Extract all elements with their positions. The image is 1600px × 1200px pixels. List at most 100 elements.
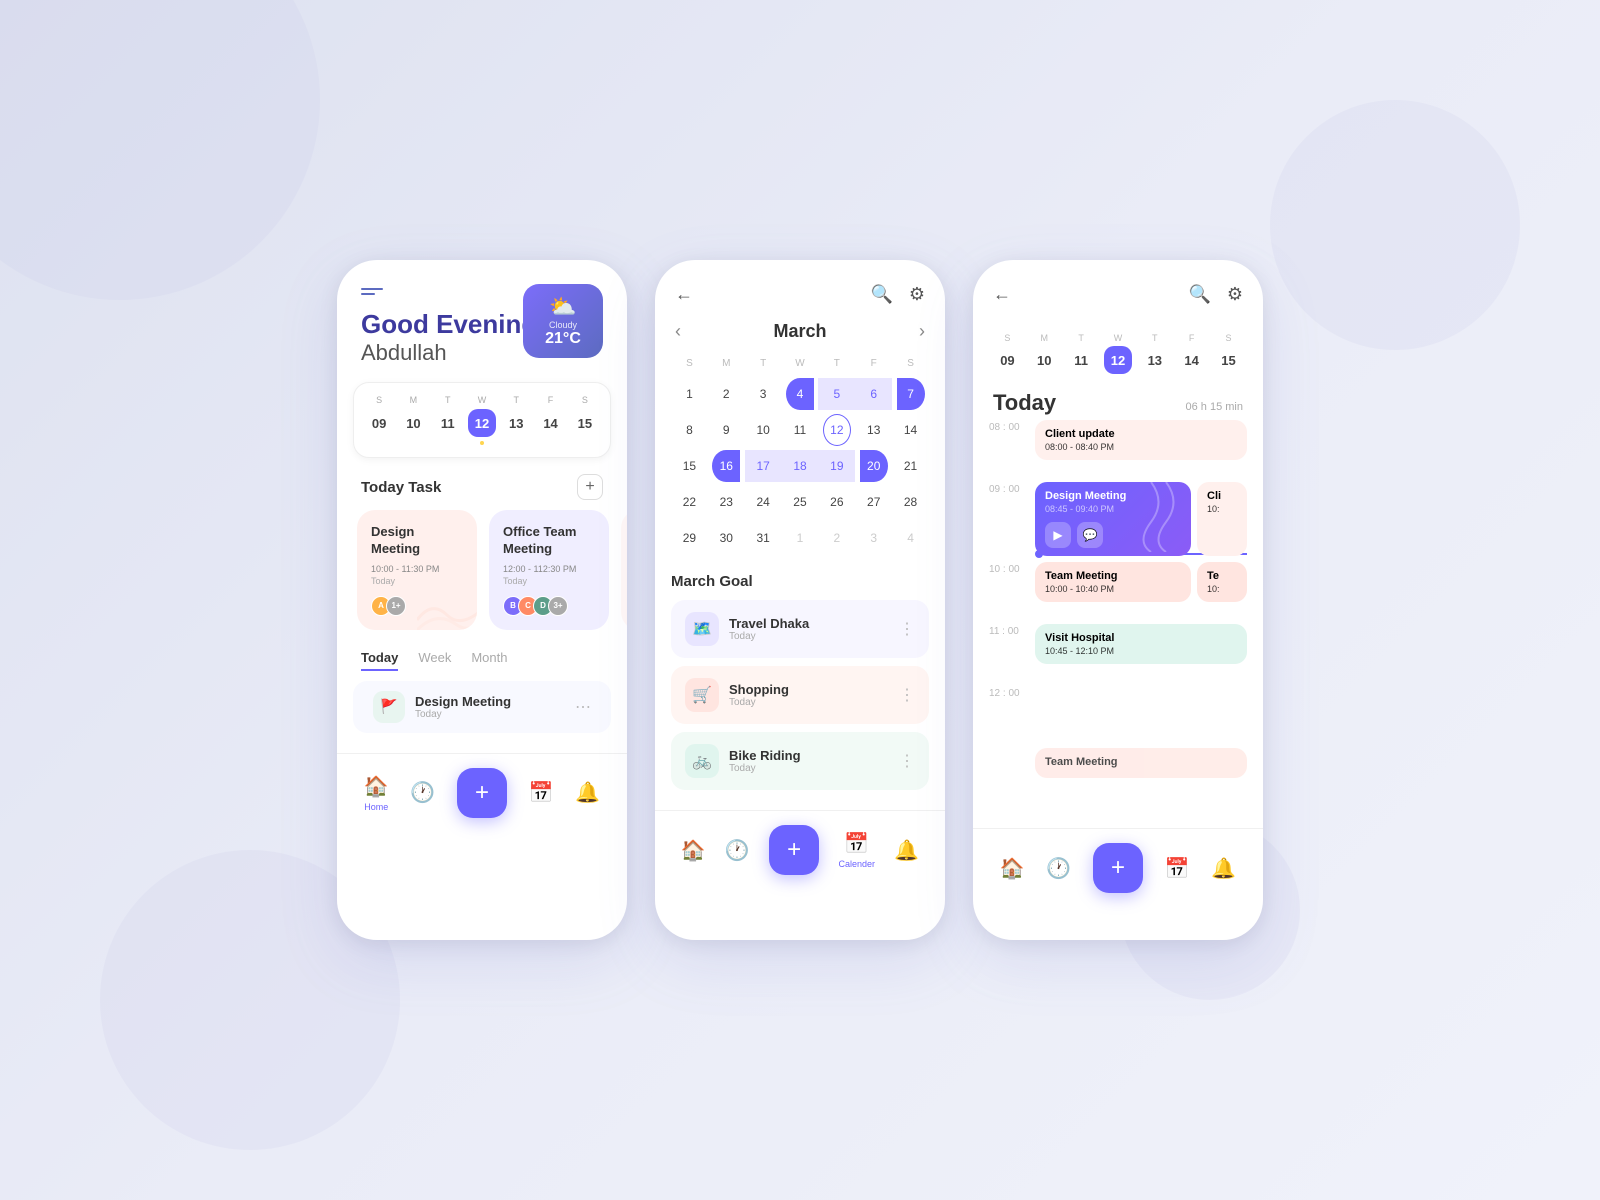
goal-more-biking[interactable]: ⋮ (899, 751, 915, 771)
task-card-extra[interactable]: DeMe... 10:... Today (621, 510, 627, 630)
nav-home[interactable]: 🏠 Home (364, 774, 389, 812)
p3-day-14[interactable]: F 14 (1178, 333, 1206, 374)
nav-calendar-3[interactable]: 📅 (1165, 856, 1190, 881)
event-design-meeting[interactable]: Design Meeting 08:45 - 09:40 PM ▶ 💬 (1035, 482, 1191, 556)
event-team-meeting-2[interactable]: Team Meeting (1035, 748, 1247, 778)
cal-day-apr1[interactable]: 1 (786, 522, 814, 554)
cal-day-25[interactable]: 25 (786, 486, 814, 518)
event-action-chat[interactable]: 💬 (1077, 522, 1103, 548)
nav-home-3[interactable]: 🏠 (1000, 856, 1025, 881)
cal-day-apr2[interactable]: 2 (823, 522, 851, 554)
search-icon-3[interactable]: 🔍 (1188, 284, 1210, 305)
nav-clock-2[interactable]: 🕐 (725, 838, 750, 863)
day-item-11[interactable]: T 11 (431, 395, 465, 445)
tab-week[interactable]: Week (418, 650, 451, 671)
back-icon-3[interactable]: ← (993, 284, 1011, 305)
p3-day-12[interactable]: W 12 (1104, 333, 1132, 374)
cal-day-30[interactable]: 30 (712, 522, 740, 554)
event-client-update[interactable]: Client update 08:00 - 08:40 PM (1035, 420, 1247, 460)
cal-day-26[interactable]: 26 (823, 486, 851, 518)
day-item-10[interactable]: M 10 (396, 395, 430, 445)
p3-day-13[interactable]: T 13 (1141, 333, 1169, 374)
cal-day-apr4[interactable]: 4 (897, 522, 925, 554)
cal-day-19[interactable]: 19 (818, 450, 855, 482)
nav-add-button-3[interactable]: + (1093, 843, 1143, 893)
p3-day-10[interactable]: M 10 (1030, 333, 1058, 374)
nav-calendar[interactable]: 📅 (529, 780, 554, 805)
list-item-design[interactable]: 🚩 Design Meeting Today ⋯ (353, 681, 611, 733)
tab-today[interactable]: Today (361, 650, 398, 671)
cal-day-17[interactable]: 17 (745, 450, 782, 482)
nav-cal-active[interactable]: 📅 Calender (839, 831, 876, 869)
event-team-meeting[interactable]: Team Meeting 10:00 - 10:40 PM (1035, 562, 1191, 602)
cal-day-16[interactable]: 16 (712, 450, 740, 482)
cal-day-4[interactable]: 4 (786, 378, 814, 410)
day-item-14[interactable]: F 14 (534, 395, 568, 445)
task-card-office[interactable]: Office TeamMeeting 12:00 - 112:30 PM Tod… (489, 510, 609, 630)
cal-day-12[interactable]: 12 (823, 414, 851, 446)
prev-month-button[interactable]: ‹ (675, 321, 681, 342)
cal-day-10[interactable]: 10 (749, 414, 777, 446)
cal-day-29[interactable]: 29 (675, 522, 703, 554)
nav-bell-2[interactable]: 🔔 (894, 838, 919, 863)
filter-icon-3[interactable]: ⚙ (1227, 284, 1243, 305)
goal-item-shopping[interactable]: 🛒 Shopping Today ⋮ (671, 666, 929, 724)
search-icon[interactable]: 🔍 (870, 284, 892, 305)
cal-day-31[interactable]: 31 (749, 522, 777, 554)
p3-day-15[interactable]: S 15 (1214, 333, 1242, 374)
event-cli-partial[interactable]: Cli 10: (1197, 482, 1247, 556)
goal-more-travel[interactable]: ⋮ (899, 619, 915, 639)
cal-day-22[interactable]: 22 (675, 486, 703, 518)
cal-day-2[interactable]: 2 (712, 378, 740, 410)
cal-day-8[interactable]: 8 (675, 414, 703, 446)
event-action-play[interactable]: ▶ (1045, 522, 1071, 548)
goal-more-shopping[interactable]: ⋮ (899, 685, 915, 705)
cal-day-23[interactable]: 23 (712, 486, 740, 518)
time-label-10: 10 : 00 (989, 562, 1025, 575)
nav-add-button-2[interactable]: + (769, 825, 819, 875)
event-visit-hospital[interactable]: Visit Hospital 10:45 - 12:10 PM (1035, 624, 1247, 664)
p3-day-09[interactable]: S 09 (993, 333, 1021, 374)
cal-day-18[interactable]: 18 (782, 450, 819, 482)
cal-row-2: 8 9 10 11 12 13 14 (671, 413, 929, 447)
day-item-12[interactable]: W 12 (465, 395, 499, 445)
cal-day-21[interactable]: 21 (897, 450, 925, 482)
day-item-09[interactable]: S 09 (362, 395, 396, 445)
day-item-13[interactable]: T 13 (499, 395, 533, 445)
nav-home-2[interactable]: 🏠 (681, 838, 706, 863)
cal-day-24[interactable]: 24 (749, 486, 777, 518)
task-card-design[interactable]: DesignMeeting 10:00 - 11:30 PM Today A 1… (357, 510, 477, 630)
filter-icon[interactable]: ⚙ (909, 284, 925, 305)
cal-day-apr3[interactable]: 3 (860, 522, 888, 554)
cal-day-27[interactable]: 27 (860, 486, 888, 518)
goal-item-biking[interactable]: 🚲 Bike Riding Today ⋮ (671, 732, 929, 790)
add-task-button[interactable]: + (577, 474, 603, 500)
p3-day-11[interactable]: T 11 (1067, 333, 1095, 374)
cal-day-14[interactable]: 14 (897, 414, 925, 446)
cal-day-15[interactable]: 15 (675, 450, 703, 482)
menu-icon[interactable] (361, 288, 383, 295)
cal-day-20[interactable]: 20 (860, 450, 888, 482)
cal-day-9[interactable]: 9 (712, 414, 740, 446)
next-month-button[interactable]: › (919, 321, 925, 342)
nav-clock-3[interactable]: 🕐 (1046, 856, 1071, 881)
tab-month[interactable]: Month (471, 650, 507, 671)
cal-day-7[interactable]: 7 (897, 378, 925, 410)
cal-day-3[interactable]: 3 (749, 378, 777, 410)
goal-item-travel[interactable]: 🗺️ Travel Dhaka Today ⋮ (671, 600, 929, 658)
cal-day-28[interactable]: 28 (897, 486, 925, 518)
nav-bell-3[interactable]: 🔔 (1211, 856, 1236, 881)
nav-add-button[interactable]: + (457, 768, 507, 818)
cal-day-5[interactable]: 5 (818, 378, 855, 410)
cal-day-1[interactable]: 1 (675, 378, 703, 410)
nav-clock[interactable]: 🕐 (410, 780, 435, 805)
nav-bell[interactable]: 🔔 (575, 780, 600, 805)
day-item-15[interactable]: S 15 (568, 395, 602, 445)
back-icon[interactable]: ← (675, 284, 693, 305)
cal-day-6[interactable]: 6 (855, 378, 892, 410)
event-te-partial[interactable]: Te 10: (1197, 562, 1247, 602)
list-more-icon[interactable]: ⋯ (575, 697, 591, 717)
cal-day-13[interactable]: 13 (860, 414, 888, 446)
cal-day-11[interactable]: 11 (786, 414, 814, 446)
day-dot (480, 441, 484, 445)
